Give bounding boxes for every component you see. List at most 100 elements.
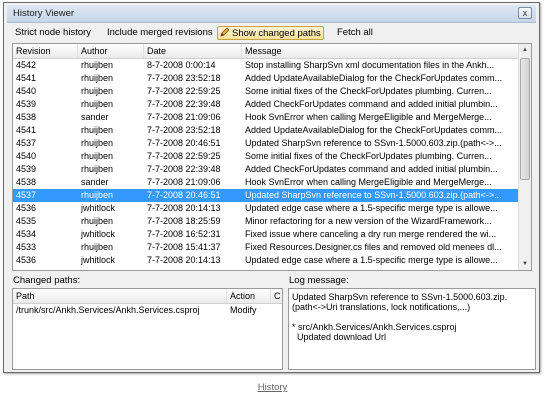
message-cell: Updated edge case where a 1.5-specific m… bbox=[245, 203, 498, 213]
message-cell: Added CheckForUpdates command and added … bbox=[245, 164, 498, 174]
toolbar: Strict node history Include merged revis… bbox=[7, 24, 536, 42]
log-line: Updated download Url bbox=[292, 332, 387, 342]
revision-cell: 4538 bbox=[16, 112, 37, 122]
author-cell: jwhitlock bbox=[81, 255, 116, 265]
changed-path-action: Modify bbox=[230, 305, 257, 315]
revision-row[interactable]: 4538 sander 7-7-2008 21:09:06 Hook SvnError… bbox=[13, 111, 520, 124]
revision-list[interactable]: Revision Author Date Message 4542 rhuijbe… bbox=[12, 43, 532, 271]
revision-cell: 4539 bbox=[16, 164, 37, 174]
revision-cell: 4541 bbox=[16, 73, 37, 83]
revision-row[interactable]: 4535 rhuijben 7-7-2008 18:25:59 Minor refac… bbox=[13, 215, 520, 228]
revision-cell: 4538 bbox=[16, 177, 37, 187]
changed-paths-label: Changed paths: bbox=[13, 275, 81, 286]
log-message-label: Log message: bbox=[289, 275, 349, 286]
changed-path-row[interactable]: /trunk/src/Ankh.Services/Ankh.Services.c… bbox=[13, 304, 282, 317]
revision-row[interactable]: 4536 jwhitlock 7-7-2008 20:14:13 Updated ed… bbox=[13, 202, 520, 215]
message-cell: Added CheckForUpdates command and added … bbox=[245, 99, 498, 109]
date-cell: 7-7-2008 16:52:31 bbox=[147, 229, 221, 239]
revision-cell: 4535 bbox=[16, 216, 37, 226]
message-cell: Some initial fixes of the CheckForUpdate… bbox=[245, 86, 492, 96]
revision-row[interactable]: 4542 rhuijben 8-7-2008 0:00:14 Stop install… bbox=[13, 59, 520, 72]
message-cell: Some initial fixes of the CheckForUpdate… bbox=[245, 151, 492, 161]
date-cell: 7-7-2008 20:46:51 bbox=[147, 138, 221, 148]
author-cell: rhuijben bbox=[81, 86, 114, 96]
revision-cell: 4542 bbox=[16, 60, 37, 70]
close-button[interactable]: x bbox=[518, 7, 532, 19]
revision-cell: 4537 bbox=[16, 138, 37, 148]
strict-node-history-button[interactable]: Strict node history bbox=[13, 26, 93, 40]
date-cell: 8-7-2008 0:00:14 bbox=[147, 60, 216, 70]
pencil-icon bbox=[220, 27, 230, 37]
date-cell: 7-7-2008 20:14:13 bbox=[147, 203, 221, 213]
author-cell: rhuijben bbox=[81, 242, 114, 252]
fetch-all-button[interactable]: Fetch all bbox=[335, 26, 375, 40]
show-changed-paths-button[interactable]: Show changed paths bbox=[217, 26, 324, 40]
revision-cell: 4539 bbox=[16, 99, 37, 109]
revision-row[interactable]: 4539 rhuijben 7-7-2008 22:39:48 Added Check… bbox=[13, 163, 520, 176]
column-message[interactable]: Message bbox=[242, 44, 520, 58]
revision-row[interactable]: 4541 rhuijben 7-7-2008 23:52:18 Added Updat… bbox=[13, 124, 520, 137]
date-cell: 7-7-2008 15:41:37 bbox=[147, 242, 221, 252]
message-cell: Fixed issue where canceling a dry run me… bbox=[245, 229, 497, 239]
log-line: Updated SharpSvn reference to SSvn-1.500… bbox=[292, 292, 508, 302]
revision-row[interactable]: 4537 rhuijben 7-7-2008 20:46:51 Updated Sha… bbox=[13, 137, 520, 150]
revision-row[interactable]: 4536 jwhitlock 7-7-2008 20:14:13 Updated ed… bbox=[13, 254, 520, 267]
author-cell: sander bbox=[81, 177, 109, 187]
column-path[interactable]: Path bbox=[13, 289, 227, 303]
author-cell: sander bbox=[81, 112, 109, 122]
author-cell: rhuijben bbox=[81, 190, 114, 200]
log-line: (path<->Uri translations, lock notificat… bbox=[292, 302, 471, 312]
changed-paths-header: Path Action C bbox=[13, 289, 282, 304]
revision-row[interactable]: 4538 sander 7-7-2008 21:09:06 Hook SvnError… bbox=[13, 176, 520, 189]
author-cell: rhuijben bbox=[81, 151, 114, 161]
title-bar: History Viewer x bbox=[7, 5, 536, 23]
scroll-up-icon[interactable]: ▲ bbox=[519, 44, 531, 56]
column-copy[interactable]: C bbox=[271, 289, 282, 303]
selected-revision-row[interactable]: 4537 rhuijben 7-7-2008 20:46:51 Updated Sha… bbox=[13, 189, 520, 202]
revision-row[interactable]: 4540 rhuijben 7-7-2008 22:59:25 Some initia… bbox=[13, 85, 520, 98]
revision-row[interactable]: 4539 rhuijben 7-7-2008 22:39:48 Added Check… bbox=[13, 98, 520, 111]
message-cell: Added UpdateAvailableDialog for the Chec… bbox=[245, 125, 502, 135]
log-line: * src/Ankh.Services/Ankh.Services.csproj bbox=[292, 322, 457, 332]
date-cell: 7-7-2008 22:59:25 bbox=[147, 151, 221, 161]
author-cell: rhuijben bbox=[81, 99, 114, 109]
date-cell: 7-7-2008 20:46:51 bbox=[147, 190, 221, 200]
screenshot-frame: History Viewer x Strict node history Inc… bbox=[3, 2, 540, 373]
revision-row[interactable]: 4533 rhuijben 7-7-2008 15:41:37 Fixed Resou… bbox=[13, 241, 520, 254]
date-cell: 7-7-2008 23:52:18 bbox=[147, 73, 221, 83]
date-cell: 7-7-2008 21:09:06 bbox=[147, 112, 221, 122]
author-cell: rhuijben bbox=[81, 164, 114, 174]
revision-row[interactable]: 4534 jwhitlock 7-7-2008 16:52:31 Fixed issu… bbox=[13, 228, 520, 241]
revision-row[interactable]: 4540 rhuijben 7-7-2008 22:59:25 Some initia… bbox=[13, 150, 520, 163]
message-cell: Stop installing SharpSvn xml documentati… bbox=[245, 60, 495, 70]
log-message-box[interactable]: Updated SharpSvn reference to SSvn-1.500… bbox=[288, 288, 536, 370]
show-changed-paths-label: Show changed paths bbox=[232, 28, 321, 39]
revision-cell: 4540 bbox=[16, 86, 37, 96]
date-cell: 7-7-2008 23:52:18 bbox=[147, 125, 221, 135]
column-author[interactable]: Author bbox=[78, 44, 144, 58]
revision-list-header: Revision Author Date Message bbox=[13, 44, 520, 59]
figure-caption: History bbox=[257, 382, 288, 393]
date-cell: 7-7-2008 21:09:06 bbox=[147, 177, 221, 187]
message-cell: Updated SharpSvn reference to SSvn-1.500… bbox=[245, 138, 502, 148]
author-cell: rhuijben bbox=[81, 125, 114, 135]
scrollbar-thumb[interactable] bbox=[520, 58, 530, 180]
message-cell: Hook SvnError when calling MergeEligible… bbox=[245, 112, 492, 122]
date-cell: 7-7-2008 22:39:48 bbox=[147, 99, 221, 109]
column-date[interactable]: Date bbox=[144, 44, 242, 58]
window-title: History Viewer bbox=[13, 8, 75, 19]
include-merged-revisions-button[interactable]: Include merged revisions bbox=[105, 26, 215, 40]
changed-path-value: /trunk/src/Ankh.Services/Ankh.Services.c… bbox=[16, 305, 200, 315]
column-action[interactable]: Action bbox=[227, 289, 271, 303]
author-cell: jwhitlock bbox=[81, 203, 116, 213]
revision-cell: 4533 bbox=[16, 242, 37, 252]
column-revision[interactable]: Revision bbox=[13, 44, 78, 58]
history-viewer-window: History Viewer x Strict node history Inc… bbox=[7, 5, 536, 370]
vertical-scrollbar[interactable]: ▲ ▼ bbox=[518, 44, 531, 270]
changed-paths-list[interactable]: Path Action C /trunk/src/Ankh.Services/A… bbox=[12, 288, 283, 370]
author-cell: rhuijben bbox=[81, 138, 114, 148]
close-icon: x bbox=[522, 8, 528, 18]
revision-row[interactable]: 4541 rhuijben 7-7-2008 23:52:18 Added Updat… bbox=[13, 72, 520, 85]
date-cell: 7-7-2008 22:39:48 bbox=[147, 164, 221, 174]
scroll-down-icon[interactable]: ▼ bbox=[519, 258, 531, 270]
